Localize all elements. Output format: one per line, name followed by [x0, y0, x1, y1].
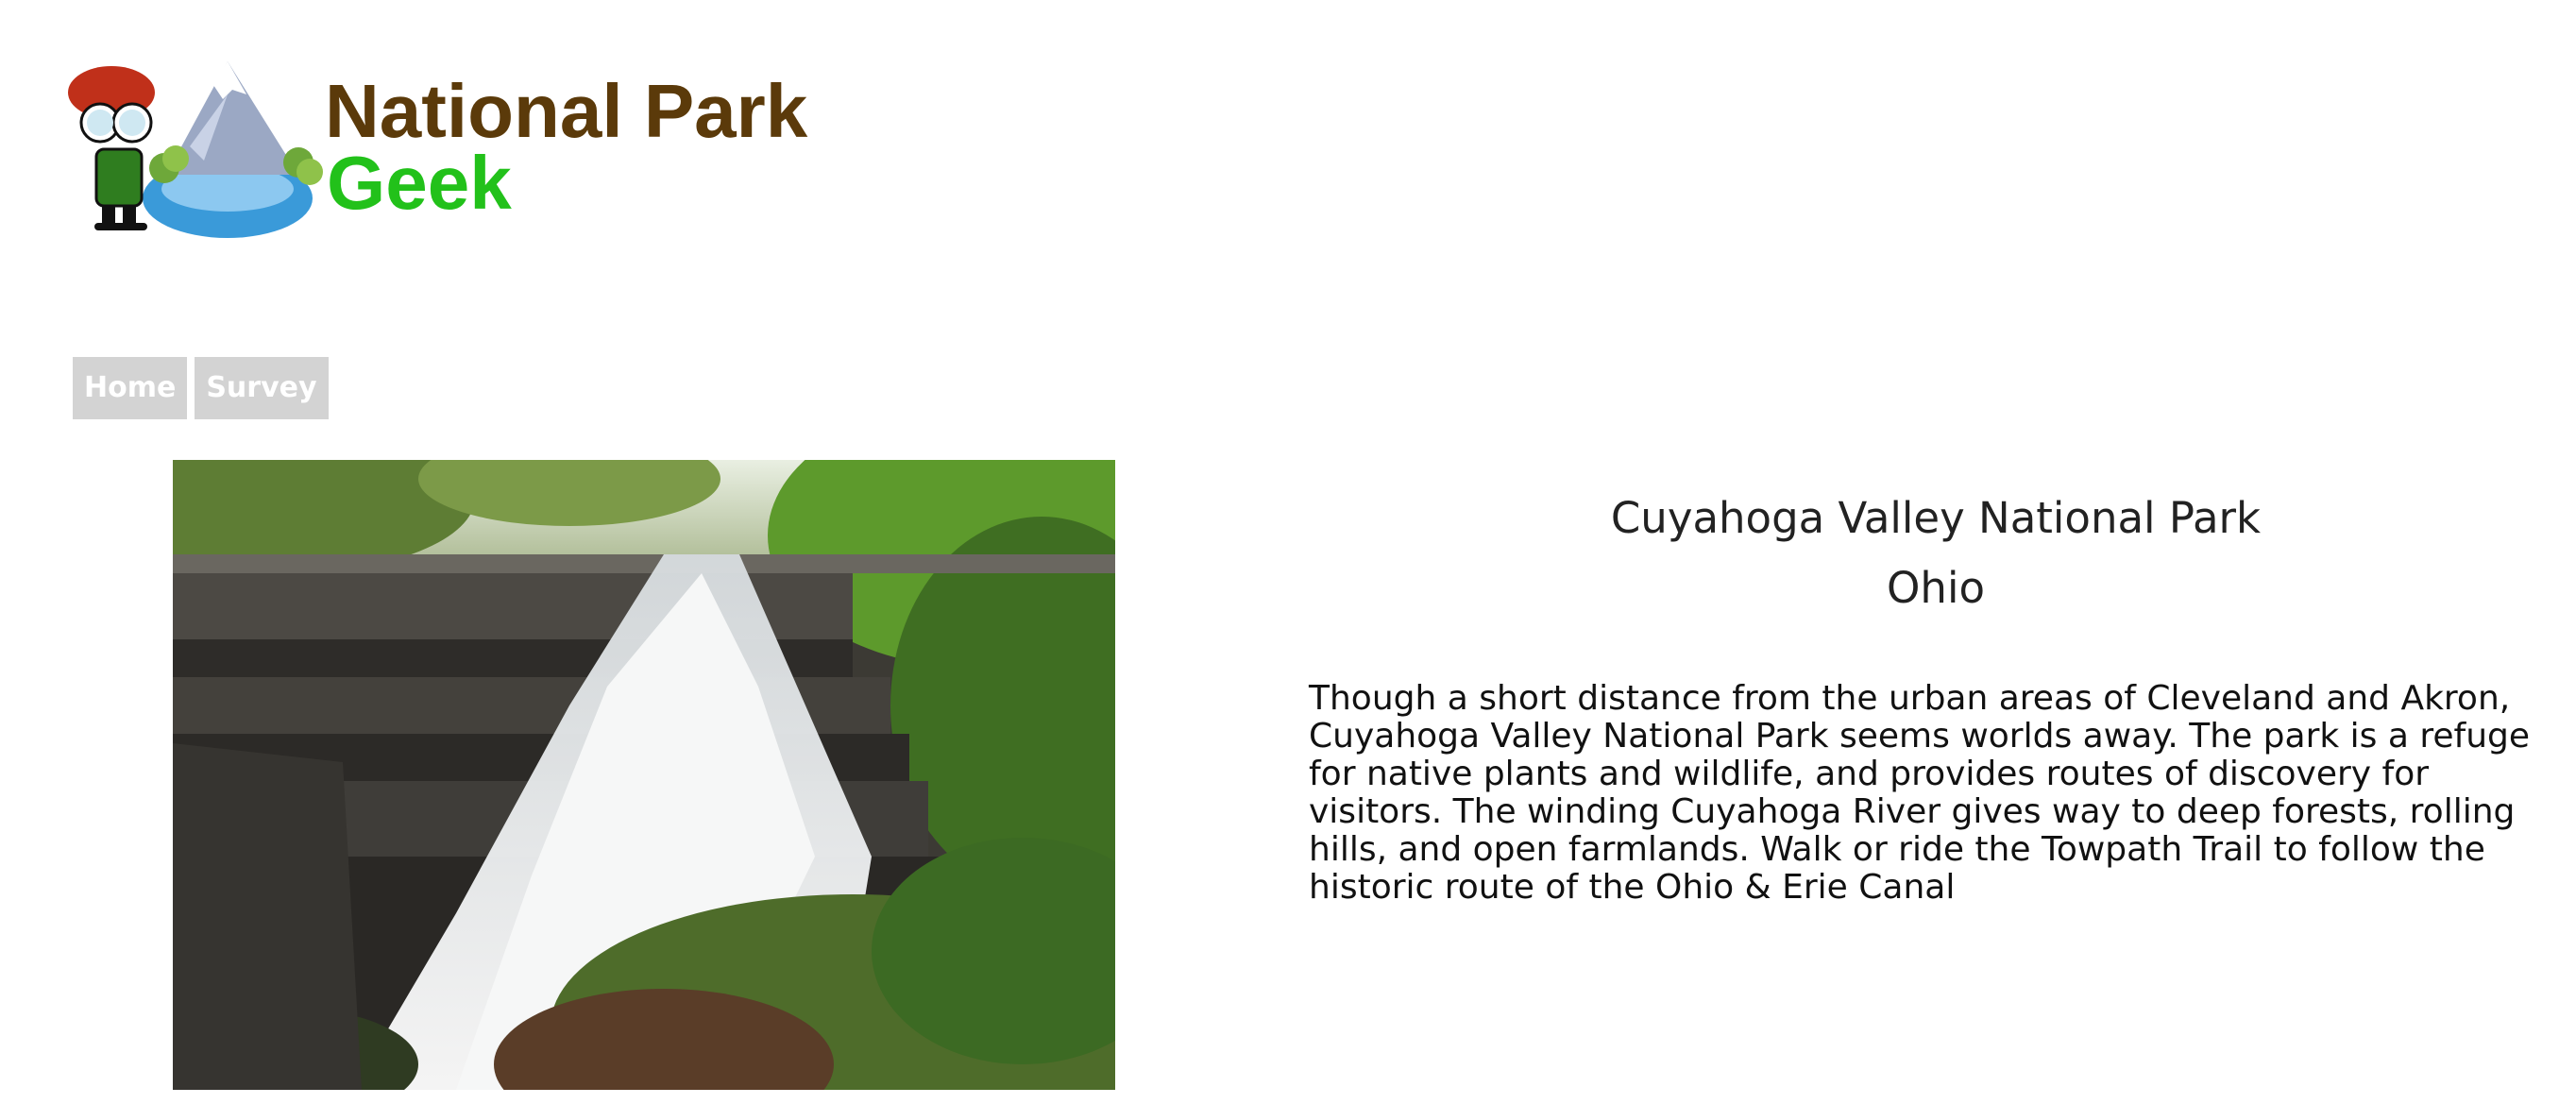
nav-home-button[interactable]: Home — [73, 357, 188, 419]
waterfall-image — [173, 460, 1115, 1090]
main-nav: Home Survey — [73, 357, 329, 419]
site-logo[interactable]: National Park Geek — [62, 57, 818, 246]
page: National Park Geek Home Survey Cuyahoga … — [0, 0, 2576, 1104]
park-title: Cuyahoga Valley National Park — [1610, 493, 2262, 543]
logo-title-line-1: National Park — [325, 69, 808, 153]
nav-survey-button[interactable]: Survey — [195, 357, 329, 419]
park-photo — [173, 460, 1115, 1090]
park-description: Though a short distance from the urban a… — [1309, 679, 2531, 907]
logo-title-line-2: Geek — [327, 141, 512, 225]
park-state: Ohio — [1887, 563, 1985, 613]
geek-mountain-logo-icon — [68, 61, 323, 238]
